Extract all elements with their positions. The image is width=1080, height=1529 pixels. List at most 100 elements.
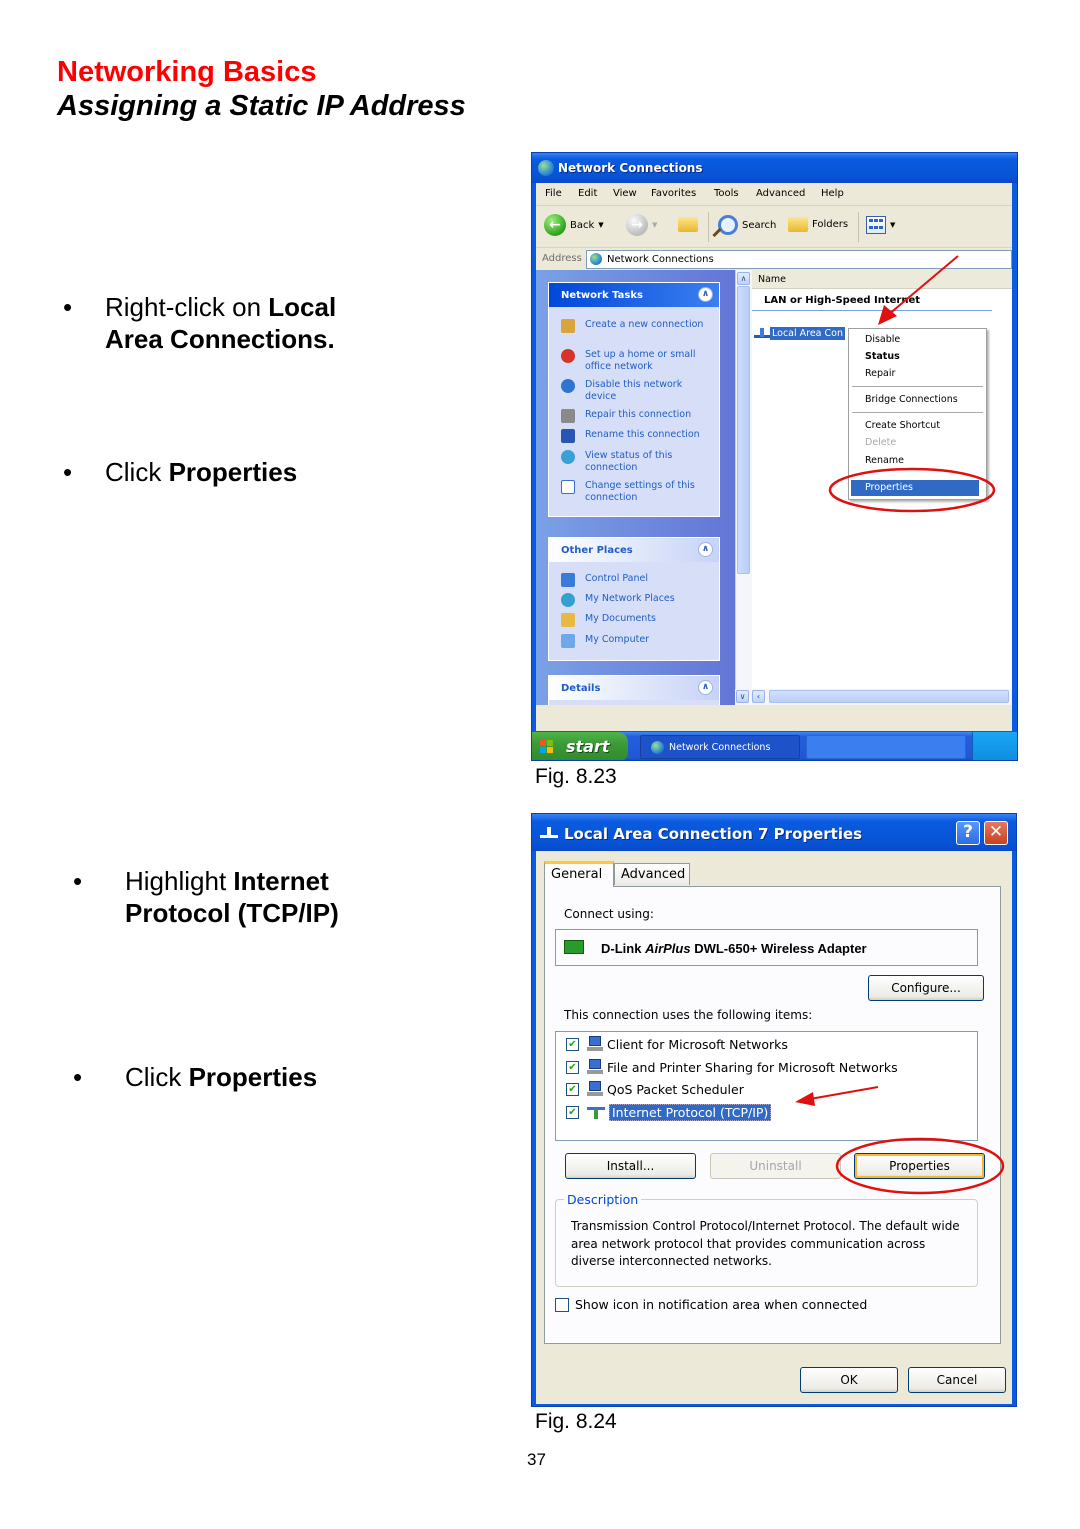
instruction-step-4: • Click Properties <box>73 1061 393 1095</box>
rename-icon <box>561 429 575 443</box>
component-item[interactable]: ✔ File and Printer Sharing for Microsoft … <box>566 1058 898 1076</box>
menu-item-disable[interactable]: Disable <box>865 334 900 345</box>
instruction-bold: Properties <box>168 457 298 487</box>
collapse-icon[interactable]: ∧ <box>698 542 713 557</box>
network-places-icon <box>561 593 575 607</box>
ok-button[interactable]: OK <box>800 1367 898 1393</box>
instruction-line: Click Properties <box>105 456 297 488</box>
network-adapter-icon <box>564 940 584 954</box>
show-icon-label: Show icon in notification area when conn… <box>575 1297 868 1312</box>
menu-advanced[interactable]: Advanced <box>756 188 805 199</box>
scroll-left-icon[interactable]: ‹ <box>752 690 765 703</box>
instruction-line: Area Connections. <box>105 323 335 355</box>
instruction-step-1: • Right-click on Local Area Connections. <box>63 291 383 361</box>
other-places-header[interactable]: Other Places ∧ <box>549 538 719 562</box>
page-title: Assigning a Static IP Address <box>57 90 466 122</box>
back-button[interactable]: ← Back ▼ <box>544 214 604 236</box>
close-button[interactable]: ✕ <box>984 821 1008 845</box>
address-bar: Address Network Connections <box>536 247 1012 270</box>
menu-item-create-shortcut[interactable]: Create Shortcut <box>865 420 940 431</box>
folders-button[interactable]: Folders <box>788 217 848 232</box>
menu-item-bridge-connections[interactable]: Bridge Connections <box>865 394 958 405</box>
window-title: Network Connections <box>558 161 703 175</box>
checkbox[interactable]: ✔ <box>566 1060 579 1074</box>
dialog-titlebar[interactable]: Local Area Connection 7 Properties ? ✕ <box>532 814 1016 851</box>
adapter-field: D-Link AirPlus DWL-650+ Wireless Adapter <box>555 929 978 966</box>
views-button[interactable]: ▼ <box>866 216 895 234</box>
start-button[interactable]: start <box>532 732 628 760</box>
menu-tools[interactable]: Tools <box>714 188 739 199</box>
network-connections-icon <box>651 741 664 754</box>
show-icon-checkbox[interactable] <box>555 1297 569 1312</box>
instruction-step-2: • Click Properties <box>63 456 383 490</box>
adapter-name: D-Link AirPlus DWL-650+ Wireless Adapter <box>601 941 867 956</box>
menu-item-rename[interactable]: Rename <box>865 455 904 466</box>
menu-item-properties[interactable]: Properties <box>851 480 979 496</box>
up-folder-button[interactable] <box>678 217 698 232</box>
tab-advanced[interactable]: Advanced <box>614 863 690 885</box>
task-label: View status of this connection <box>585 450 673 473</box>
vertical-scrollbar[interactable]: ∧ ∨ <box>735 270 752 705</box>
cancel-button[interactable]: Cancel <box>908 1367 1006 1393</box>
scroll-up-icon[interactable]: ∧ <box>737 272 750 285</box>
collapse-icon[interactable]: ∧ <box>698 680 713 695</box>
forward-button[interactable]: → ▼ <box>626 214 657 236</box>
menu-edit[interactable]: Edit <box>578 188 597 199</box>
help-button[interactable]: ? <box>956 821 980 845</box>
taskbar-item-network-connections[interactable]: Network Connections <box>640 735 800 759</box>
column-header-name[interactable]: Name <box>752 270 1012 289</box>
task-pane: Network Tasks ∧ Create a new connection … <box>536 270 736 715</box>
up-folder-icon <box>678 217 698 232</box>
menu-help[interactable]: Help <box>821 188 844 199</box>
context-menu: Disable Status Repair Bridge Connections… <box>848 328 987 500</box>
collapse-icon[interactable]: ∧ <box>698 287 713 302</box>
repair-wrench-icon <box>561 409 575 423</box>
folders-icon <box>788 217 808 232</box>
status-bar <box>536 705 1012 731</box>
item-label: Local Area Con <box>770 326 845 340</box>
instruction-bold: Local <box>268 292 337 322</box>
component-label: QoS Packet Scheduler <box>607 1081 744 1097</box>
local-area-connection-item[interactable]: Local Area Con <box>754 326 845 340</box>
component-label: Client for Microsoft Networks <box>607 1036 788 1052</box>
dropdown-arrow-icon: ▼ <box>652 221 658 229</box>
horizontal-scrollbar[interactable]: ∨ ‹ <box>735 689 1012 705</box>
scroll-thumb[interactable] <box>769 690 1009 703</box>
task-label: Create a new connection <box>585 319 704 330</box>
search-button[interactable]: Search <box>718 215 776 235</box>
checkbox[interactable]: ✔ <box>566 1105 579 1119</box>
system-tray <box>972 732 1017 760</box>
menu-item-repair[interactable]: Repair <box>865 368 895 379</box>
scroll-thumb[interactable] <box>737 286 750 574</box>
configure-button[interactable]: Configure... <box>868 975 984 1001</box>
lan-properties-dialog: Local Area Connection 7 Properties ? ✕ G… <box>531 813 1017 1407</box>
menu-view[interactable]: View <box>613 188 637 199</box>
address-field[interactable]: Network Connections <box>586 250 1012 269</box>
show-icon-option[interactable]: Show icon in notification area when conn… <box>555 1297 867 1312</box>
network-tasks-header[interactable]: Network Tasks ∧ <box>549 283 719 307</box>
component-label: Internet Protocol (TCP/IP) <box>609 1103 772 1121</box>
component-item[interactable]: ✔ QoS Packet Scheduler <box>566 1080 744 1098</box>
instruction-step-3: • Highlight Internet Protocol (TCP/IP) <box>73 865 393 935</box>
instruction-bold: Protocol (TCP/IP) <box>125 898 339 928</box>
description-legend: Description <box>564 1192 642 1207</box>
install-button[interactable]: Install... <box>565 1153 696 1179</box>
instruction-bold: Area Connections. <box>105 324 335 354</box>
component-item[interactable]: ✔ Client for Microsoft Networks <box>566 1035 788 1053</box>
back-label: Back <box>570 219 595 231</box>
details-header[interactable]: Details ∧ <box>549 676 719 700</box>
checkbox[interactable]: ✔ <box>566 1082 579 1096</box>
bullet: • <box>63 292 73 322</box>
menu-item-status[interactable]: Status <box>865 351 900 362</box>
properties-button[interactable]: Properties <box>854 1153 985 1179</box>
window-titlebar[interactable]: Network Connections <box>532 153 1017 183</box>
menu-favorites[interactable]: Favorites <box>651 188 696 199</box>
adapter-series: AirPlus <box>645 941 691 956</box>
checkbox[interactable]: ✔ <box>566 1037 579 1051</box>
tab-general[interactable]: General <box>544 861 614 887</box>
menu-file[interactable]: File <box>545 188 562 199</box>
toolbar-separator <box>708 212 709 242</box>
disable-network-icon <box>561 379 575 393</box>
component-item-selected[interactable]: ✔ Internet Protocol (TCP/IP) <box>566 1103 772 1121</box>
scroll-down-icon[interactable]: ∨ <box>736 690 749 703</box>
